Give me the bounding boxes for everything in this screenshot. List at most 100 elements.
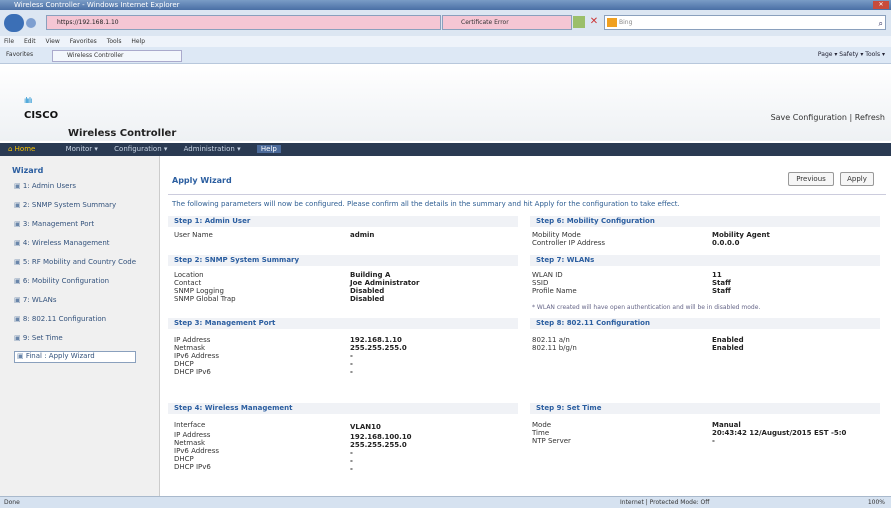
forward-button[interactable] (26, 18, 36, 28)
wizard-step-6[interactable]: 6: Mobility Configuration (14, 277, 136, 296)
back-button[interactable] (4, 14, 24, 32)
step3-label: Netmask (174, 344, 206, 352)
step8-value: Enabled (712, 336, 744, 344)
step1-value: admin (350, 231, 375, 239)
certificate-error[interactable]: Certificate Error (442, 15, 572, 30)
step9-value: 20:43:42 12/August/2015 EST -5:0 (712, 429, 847, 437)
step8-header: Step 8: 802.11 Configuration (530, 318, 880, 329)
step3-label: DHCP IPv6 (174, 368, 211, 376)
step7-value: 11 (712, 271, 722, 279)
step1-label: User Name (174, 231, 213, 239)
save-configuration-link[interactable]: Save Configuration | Refresh (771, 113, 885, 122)
menu-favorites[interactable]: Favorites (70, 38, 97, 45)
nav-configuration[interactable]: Configuration ▾ (114, 145, 167, 153)
step4-header: Step 4: Wireless Management (168, 403, 518, 414)
wizard-step-3[interactable]: 3: Management Port (14, 220, 136, 239)
step3-label: IP Address (174, 336, 211, 344)
step4-label: IP Address (174, 431, 211, 439)
menu-tools[interactable]: Tools (107, 38, 122, 45)
window-title: Wireless Controller - Windows Internet E… (0, 0, 891, 10)
security-zone: Internet | Protected Mode: Off (620, 499, 710, 506)
browser-tab[interactable]: Wireless Controller (52, 50, 182, 62)
step9-value: - (712, 437, 715, 445)
step7-value: Staff (712, 279, 731, 287)
apply-button[interactable]: Apply (840, 172, 874, 186)
step2-value: Disabled (350, 295, 385, 303)
step7-value: Staff (712, 287, 731, 295)
wizard-step-8[interactable]: 8: 802.11 Configuration (14, 315, 136, 334)
step9-value: Manual (712, 421, 741, 429)
step6-label: Controller IP Address (532, 239, 606, 247)
step3-value: - (350, 352, 353, 360)
main-nav: ⌂ Home Monitor ▾ Configuration ▾ Adminis… (0, 143, 891, 156)
wizard-sidebar: Wizard 1: Admin Users 2: SNMP System Sum… (0, 156, 160, 496)
stop-icon[interactable]: ✕ (588, 16, 600, 28)
step4-value: 192.168.100.10 (350, 433, 412, 441)
command-bar-tools[interactable]: Page ▾ Safety ▾ Tools ▾ (818, 51, 885, 58)
menu-edit[interactable]: Edit (24, 38, 36, 45)
address-toolbar: https://192.168.1.10 Certificate Error ✕… (0, 10, 891, 36)
step9-label: NTP Server (532, 437, 571, 445)
step8-label: 802.11 b/g/n (532, 344, 577, 352)
nav-home[interactable]: ⌂ Home (8, 145, 49, 153)
wizard-step-5[interactable]: 5: RF Mobility and Country Code (14, 258, 136, 277)
step4-value: - (350, 457, 353, 465)
step3-label: IPv6 Address (174, 352, 219, 360)
wizard-step-final[interactable]: Final : Apply Wizard (14, 351, 137, 363)
step2-label: SNMP Logging (174, 287, 224, 295)
bing-logo-icon (607, 18, 617, 27)
step3-value: 192.168.1.10 (350, 336, 402, 344)
step6-value: 0.0.0.0 (712, 239, 740, 247)
search-placeholder: Bing (619, 19, 633, 26)
close-window-icon[interactable]: ✕ (873, 1, 889, 9)
menu-file[interactable]: File (4, 38, 14, 45)
wizard-step-4[interactable]: 4: Wireless Management (14, 239, 136, 258)
step6-value: Mobility Agent (712, 231, 770, 239)
status-text: Done (4, 499, 20, 506)
nav-administration[interactable]: Administration ▾ (184, 145, 241, 153)
search-input[interactable]: Bing ⌕ (604, 15, 886, 30)
step4-value: - (350, 465, 353, 473)
step4-value: - (350, 449, 353, 457)
wizard-step-7[interactable]: 7: WLANs (14, 296, 136, 315)
step4-label: DHCP (174, 455, 194, 463)
step6-header: Step 6: Mobility Configuration (530, 216, 880, 227)
step2-label: Location (174, 271, 204, 279)
wizard-title: Wizard (12, 166, 44, 175)
menu-help[interactable]: Help (131, 38, 145, 45)
divider (168, 194, 886, 195)
step3-value: - (350, 368, 353, 376)
step1-header: Step 1: Admin User (168, 216, 518, 227)
step6-label: Mobility Mode (532, 231, 581, 239)
step4-label: Interface (174, 421, 206, 429)
step7-label: SSID (532, 279, 549, 287)
search-icon[interactable]: ⌕ (879, 17, 883, 30)
cisco-logo-icon: ılıılı (24, 96, 32, 105)
step9-label: Time (532, 429, 550, 437)
step4-value: 255.255.255.0 (350, 441, 407, 449)
step7-header: Step 7: WLANs (530, 255, 880, 266)
step3-label: DHCP (174, 360, 194, 368)
zoom-level[interactable]: 100% (868, 497, 885, 509)
menu-bar: File Edit View Favorites Tools Help (0, 36, 891, 47)
step4-value: VLAN10 (350, 423, 381, 431)
step2-value: Building A (350, 271, 391, 279)
wizard-step-1[interactable]: 1: Admin Users (14, 182, 136, 201)
previous-button[interactable]: Previous (788, 172, 834, 186)
step2-value: Joe Administrator (350, 279, 420, 287)
address-bar[interactable]: https://192.168.1.10 (46, 15, 441, 30)
step2-label: SNMP Global Trap (174, 295, 236, 303)
nav-help[interactable]: Help (256, 145, 281, 153)
status-bar: Done Internet | Protected Mode: Off 100% (0, 496, 891, 508)
menu-view[interactable]: View (46, 38, 60, 45)
nav-monitor[interactable]: Monitor ▾ (66, 145, 98, 153)
wizard-step-2[interactable]: 2: SNMP System Summary (14, 201, 136, 220)
favorites-button[interactable]: Favorites (6, 51, 33, 58)
step4-label: Netmask (174, 439, 206, 447)
refresh-icon[interactable] (573, 16, 585, 28)
step9-label: Mode (532, 421, 552, 429)
step3-header: Step 3: Management Port (168, 318, 518, 329)
page-title: Apply Wizard (172, 176, 232, 185)
wlan-note: * WLAN created will have open authentica… (532, 304, 761, 311)
step7-label: WLAN ID (532, 271, 563, 279)
